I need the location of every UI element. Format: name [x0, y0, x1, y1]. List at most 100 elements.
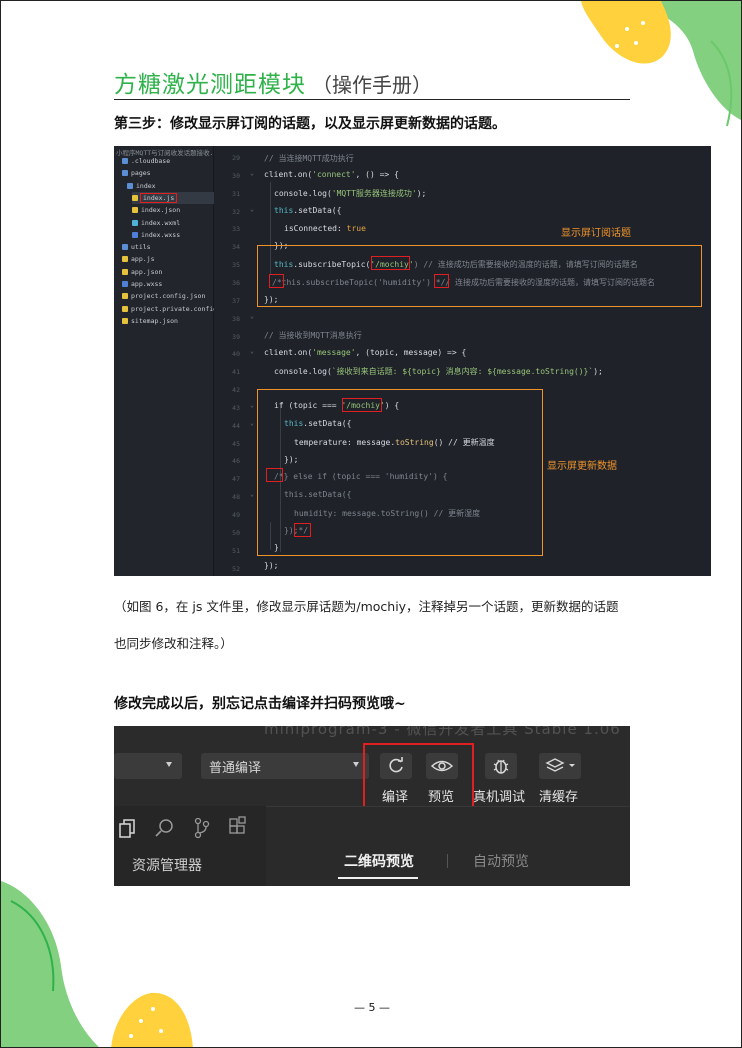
fold-chevron-icon[interactable]: ⌄ — [250, 490, 254, 498]
tree-item-label: index.js — [139, 192, 178, 203]
clear-cache-label: 清缓存 — [539, 790, 579, 805]
code-line: console.log('MQTT服务器连接成功'); — [274, 188, 426, 199]
step-heading: 第三步：修改显示屏订阅的话题，以及显示屏更新数据的话题。 — [114, 116, 506, 132]
line-number: 44 — [232, 421, 240, 430]
code-line: client.on('message', (topic, message) =>… — [264, 348, 466, 357]
code-token: `接收到来自话题: ${topic} 消息内容: ${message.toStr… — [331, 367, 594, 376]
tree-item-label: index — [136, 181, 156, 190]
fold-chevron-icon[interactable]: ⌄ — [250, 347, 254, 355]
code-token: ); — [416, 189, 427, 198]
code-line: client.on('connect', () => { — [264, 170, 399, 179]
fold-chevron-icon[interactable]: ⌄ — [250, 205, 254, 213]
explanation-line-2: 也同步修改和注释。） — [114, 636, 233, 651]
annotation-update: 显示屏更新数据 — [547, 461, 617, 472]
line-number: 30 — [232, 171, 240, 180]
line-number: 36 — [232, 278, 240, 287]
line-number: 49 — [232, 511, 240, 519]
line-number: 39 — [232, 332, 240, 341]
tree-item-label: app.json — [131, 267, 163, 276]
tree-item[interactable]: app.wxss — [122, 278, 162, 290]
tree-item[interactable]: app.js — [122, 253, 154, 265]
compile-mode-select[interactable]: 普通编译 — [201, 753, 369, 779]
folder-icon — [122, 244, 128, 251]
code-token: 'message' — [312, 348, 356, 357]
title-subtitle: （操作手册） — [312, 73, 432, 97]
line-number: 41 — [232, 368, 240, 377]
fold-chevron-icon[interactable]: ⌄ — [250, 419, 254, 427]
tab-qrcode-preview[interactable]: 二维码预览 — [344, 851, 414, 871]
tree-item[interactable]: app.json — [122, 266, 162, 278]
topic-red-box — [342, 398, 382, 412]
tree-item[interactable]: index — [127, 180, 156, 192]
line-number: 47 — [232, 475, 240, 484]
line-number: 42 — [232, 386, 240, 395]
sidebar-panel: 资源管理器 — [114, 806, 266, 886]
tree-item[interactable]: index.wxss — [132, 229, 180, 241]
tree-item-label: index.wxml — [141, 218, 181, 227]
tree-item-label: index.json — [141, 206, 181, 215]
files-icon[interactable] — [119, 819, 135, 838]
line-number: 35 — [232, 261, 240, 270]
line-number: 29 — [232, 154, 240, 162]
folder-icon — [127, 182, 133, 189]
tree-item-label: index.wxss — [141, 230, 181, 239]
tree-item[interactable]: project.config.json — [122, 290, 205, 302]
annotation-subscribe: 显示屏订阅话题 — [561, 228, 631, 239]
code-token: isConnected: — [284, 224, 347, 233]
fold-chevron-icon[interactable]: ⌄ — [250, 169, 254, 177]
file-icon — [132, 219, 138, 226]
file-icon — [132, 194, 138, 201]
tree-item[interactable]: index.js — [132, 191, 214, 204]
bottom-left-decoration — [1, 881, 193, 1047]
line-number: 31 — [232, 189, 240, 198]
file-icon — [132, 231, 138, 238]
code-token: client.on( — [264, 348, 313, 357]
code-token: ); — [593, 367, 603, 376]
line-number: 48 — [232, 493, 240, 502]
active-tab-indicator — [338, 877, 418, 879]
tree-item[interactable]: sitemap.json — [122, 315, 178, 327]
git-branch-icon[interactable] — [194, 817, 210, 839]
tree-item[interactable]: index.wxml — [132, 217, 180, 229]
code-line: isConnected: true — [284, 224, 366, 233]
tree-item[interactable]: utils — [122, 241, 151, 253]
window-title: miniprogram-3 - 微信开发者工具 Stable 1.06 — [264, 726, 621, 738]
tab-auto-preview[interactable]: 自动预览 — [473, 851, 529, 871]
code-token: 'connect' — [312, 170, 356, 179]
code-token: , (topic, message) => { — [355, 348, 467, 357]
file-icon — [122, 305, 128, 312]
tree-item-label: project.config.json — [131, 292, 206, 301]
devtools-toolbar-screenshot: miniprogram-3 - 微信开发者工具 Stable 1.06 普通编译… — [114, 726, 630, 886]
explanation-line-1: （如图 6，在 js 文件里，修改显示屏话题为/mochiy，注释掉另一个话题，… — [114, 599, 619, 614]
title-main: 方糖激光测距模块 — [114, 72, 306, 98]
code-line: // 当连接MQTT成功执行 — [264, 154, 354, 163]
file-tree: 小程序MQTT与订阅收发话题接收... .cloudbase pages index… — [114, 146, 241, 576]
tree-item[interactable]: .cloudbase — [122, 155, 170, 167]
file-icon — [122, 256, 128, 263]
line-number: 37 — [232, 296, 240, 305]
toolbar-top: miniprogram-3 - 微信开发者工具 Stable 1.06 普通编译… — [114, 726, 630, 811]
bug-icon — [493, 759, 509, 774]
line-gutter: 29 30 ⌄ 31 32 ⌄ 33 34 35 36 37 38 ⌄ 39 40 ⌄ 41 42 43 ⌄ 44 ⌄ 45… — [214, 146, 258, 576]
extensions-icon[interactable] — [229, 816, 246, 834]
fold-chevron-icon[interactable]: ⌄ — [250, 312, 254, 320]
line-number: 45 — [232, 439, 240, 448]
code-token: 'MQTT服务器连接成功' — [331, 189, 417, 198]
tree-item[interactable]: index.json — [132, 204, 180, 216]
fold-chevron-icon[interactable]: ⌄ — [250, 401, 254, 409]
line-number: 33 — [232, 225, 240, 234]
code-token: , () => { — [355, 170, 399, 179]
code-line: this.setData({ — [274, 206, 341, 215]
folder-icon — [122, 170, 128, 177]
code-line: // 当接收到MQTT消息执行 — [264, 331, 362, 340]
clear-cache-button[interactable] — [539, 753, 581, 779]
compile-preview-highlight — [363, 743, 474, 811]
tree-item[interactable]: pages — [122, 167, 151, 179]
code-token: .setData({ — [293, 206, 342, 215]
search-icon[interactable] — [155, 819, 173, 837]
code-editor-screenshot: 小程序MQTT与订阅收发话题接收... .cloudbase pages index… — [114, 146, 711, 576]
comment-end-red-box — [434, 274, 449, 288]
remote-debug-button[interactable] — [485, 753, 517, 779]
chevron-down-icon — [166, 762, 172, 767]
mode-select[interactable] — [114, 753, 182, 779]
